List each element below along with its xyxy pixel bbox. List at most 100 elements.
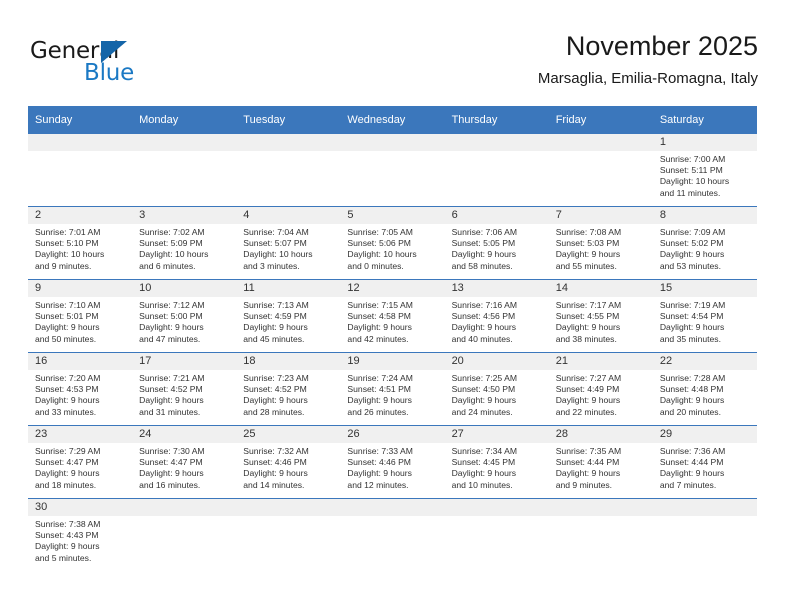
- day-number: 29: [652, 426, 757, 443]
- weekday-header-tuesday: Tuesday: [236, 106, 341, 134]
- day-details: Sunrise: 7:35 AM Sunset: 4:44 PM Daylight:…: [549, 443, 653, 491]
- calendar-day-cell[interactable]: 25 Sunrise: 7:32 AM Sunset: 4:46 PM Dayligh…: [236, 425, 341, 499]
- calendar-day-cell[interactable]: 11 Sunrise: 7:13 AM Sunset: 4:59 PM Dayligh…: [236, 279, 341, 353]
- calendar-day-cell[interactable]: 24 Sunrise: 7:30 AM Sunset: 4:47 PM Dayligh…: [132, 425, 237, 499]
- calendar-page: General Blue November 2025 Marsaglia, Em…: [0, 0, 792, 612]
- weekday-header-thursday: Thursday: [444, 106, 549, 134]
- day-details: Sunrise: 7:01 AM Sunset: 5:10 PM Daylight:…: [28, 224, 132, 272]
- sunset-text: Sunset: 5:00 PM: [139, 311, 203, 322]
- daylight-text-line1: Daylight: 9 hours: [347, 468, 412, 479]
- calendar-day-cell[interactable]: 2 Sunrise: 7:01 AM Sunset: 5:10 PM Daylight…: [28, 206, 133, 280]
- calendar-day-cell[interactable]: 20 Sunrise: 7:25 AM Sunset: 4:50 PM Dayligh…: [444, 352, 549, 426]
- day-number: 23: [28, 426, 133, 443]
- sunrise-text: Sunrise: 7:30 AM: [139, 446, 205, 456]
- day-cell-content: 20 Sunrise: 7:25 AM Sunset: 4:50 PM Dayligh…: [444, 353, 549, 425]
- calendar-day-cell-empty: [340, 498, 445, 571]
- day-number: 14: [548, 280, 653, 297]
- daylight-text-line1: Daylight: 9 hours: [555, 468, 621, 479]
- daylight-text-line1: Daylight: 9 hours: [35, 395, 100, 406]
- sunset-text: Sunset: 4:51 PM: [347, 384, 411, 395]
- daylight-text-line2: and 5 minutes.: [35, 552, 92, 563]
- sunset-text: Sunset: 4:50 PM: [451, 384, 516, 395]
- daylight-text-line2: and 11 minutes.: [659, 187, 721, 198]
- calendar-day-cell[interactable]: 18 Sunrise: 7:23 AM Sunset: 4:52 PM Dayligh…: [236, 352, 341, 426]
- day-details: Sunrise: 7:05 AM Sunset: 5:06 PM Daylight:…: [340, 224, 444, 272]
- calendar-day-cell[interactable]: 1 Sunrise: 7:00 AM Sunset: 5:11 PM Daylight…: [652, 134, 757, 207]
- daylight-text-line2: and 9 minutes.: [555, 479, 613, 490]
- day-details: Sunrise: 7:12 AM Sunset: 5:00 PM Daylight:…: [132, 297, 236, 345]
- daylight-text-line1: Daylight: 9 hours: [347, 322, 412, 333]
- calendar-day-cell[interactable]: 15 Sunrise: 7:19 AM Sunset: 4:54 PM Dayligh…: [652, 279, 757, 353]
- sunset-text: Sunset: 5:01 PM: [35, 311, 99, 322]
- day-number: 7: [548, 207, 653, 224]
- calendar-day-cell[interactable]: 9 Sunrise: 7:10 AM Sunset: 5:01 PM Daylight…: [28, 279, 133, 353]
- calendar-day-cell[interactable]: 14 Sunrise: 7:17 AM Sunset: 4:55 PM Dayligh…: [548, 279, 653, 353]
- calendar-day-cell[interactable]: 6 Sunrise: 7:06 AM Sunset: 5:05 PM Daylight…: [444, 206, 549, 280]
- day-number: 22: [652, 353, 757, 370]
- title-block: November 2025 Marsaglia, Emilia-Romagna,…: [538, 30, 758, 89]
- day-cell-content: [28, 134, 133, 206]
- daylight-text-line1: Daylight: 9 hours: [659, 249, 725, 260]
- calendar-day-cell[interactable]: 3 Sunrise: 7:02 AM Sunset: 5:09 PM Daylight…: [132, 206, 237, 280]
- calendar-day-cell-empty: [132, 134, 237, 207]
- brand-logo[interactable]: General Blue: [30, 38, 240, 94]
- sunrise-text: Sunrise: 7:01 AM: [35, 227, 101, 237]
- calendar-day-cell[interactable]: 27 Sunrise: 7:34 AM Sunset: 4:45 PM Dayligh…: [444, 425, 549, 499]
- calendar-day-cell[interactable]: 7 Sunrise: 7:08 AM Sunset: 5:03 PM Daylight…: [548, 206, 653, 280]
- sunset-text: Sunset: 4:46 PM: [347, 457, 411, 468]
- daylight-text-line2: and 47 minutes.: [139, 333, 201, 344]
- calendar-day-cell[interactable]: 12 Sunrise: 7:15 AM Sunset: 4:58 PM Dayligh…: [340, 279, 445, 353]
- calendar-day-cell[interactable]: 16 Sunrise: 7:20 AM Sunset: 4:53 PM Dayligh…: [28, 352, 133, 426]
- sunset-text: Sunset: 5:09 PM: [139, 238, 203, 249]
- daylight-text-line1: Daylight: 9 hours: [451, 395, 517, 406]
- calendar-day-cell[interactable]: 21 Sunrise: 7:27 AM Sunset: 4:49 PM Dayligh…: [548, 352, 653, 426]
- calendar-day-cell[interactable]: 17 Sunrise: 7:21 AM Sunset: 4:52 PM Dayligh…: [132, 352, 237, 426]
- daylight-text-line2: and 45 minutes.: [243, 333, 305, 344]
- daylight-text-line1: Daylight: 9 hours: [451, 468, 517, 479]
- calendar-week-row: 1 Sunrise: 7:00 AM Sunset: 5:11 PM Daylight…: [28, 134, 757, 207]
- daylight-text-line1: Daylight: 9 hours: [555, 322, 621, 333]
- daylight-text-line2: and 12 minutes.: [347, 479, 409, 490]
- day-number: [548, 134, 653, 151]
- calendar-day-cell[interactable]: 29 Sunrise: 7:36 AM Sunset: 4:44 PM Dayligh…: [652, 425, 757, 499]
- day-details: Sunrise: 7:17 AM Sunset: 4:55 PM Daylight:…: [549, 297, 653, 345]
- day-details: Sunrise: 7:15 AM Sunset: 4:58 PM Daylight:…: [340, 297, 444, 345]
- sunset-text: Sunset: 4:44 PM: [555, 457, 620, 468]
- page-title: November 2025: [565, 31, 758, 61]
- daylight-text-line1: Daylight: 9 hours: [451, 322, 517, 333]
- day-details: Sunrise: 7:25 AM Sunset: 4:50 PM Daylight:…: [445, 370, 549, 418]
- sunrise-text: Sunrise: 7:13 AM: [243, 300, 309, 310]
- daylight-text-line1: Daylight: 9 hours: [35, 541, 100, 552]
- weekday-header-saturday: Saturday: [652, 106, 757, 134]
- calendar-week-row: 16 Sunrise: 7:20 AM Sunset: 4:53 PM Dayligh…: [28, 352, 757, 426]
- calendar-day-cell[interactable]: 8 Sunrise: 7:09 AM Sunset: 5:02 PM Daylight…: [652, 206, 757, 280]
- day-number: 16: [28, 353, 133, 370]
- day-details: Sunrise: 7:24 AM Sunset: 4:51 PM Daylight:…: [340, 370, 444, 418]
- daylight-text-line2: and 33 minutes.: [35, 406, 97, 417]
- calendar-day-cell[interactable]: 22 Sunrise: 7:28 AM Sunset: 4:48 PM Dayligh…: [652, 352, 757, 426]
- day-cell-content: 5 Sunrise: 7:05 AM Sunset: 5:06 PM Daylight…: [340, 207, 445, 279]
- calendar-day-cell[interactable]: 5 Sunrise: 7:05 AM Sunset: 5:06 PM Daylight…: [340, 206, 445, 280]
- calendar-day-cell[interactable]: 19 Sunrise: 7:24 AM Sunset: 4:51 PM Dayligh…: [340, 352, 445, 426]
- calendar-day-cell[interactable]: 4 Sunrise: 7:04 AM Sunset: 5:07 PM Daylight…: [236, 206, 341, 280]
- sunset-text: Sunset: 4:55 PM: [555, 311, 620, 322]
- sunrise-text: Sunrise: 7:23 AM: [243, 373, 309, 383]
- calendar-day-cell[interactable]: 26 Sunrise: 7:33 AM Sunset: 4:46 PM Dayligh…: [340, 425, 445, 499]
- day-number: 12: [340, 280, 445, 297]
- calendar-grid: Sunday Monday Tuesday Wednesday Thursday…: [28, 106, 757, 571]
- day-details: Sunrise: 7:23 AM Sunset: 4:52 PM Daylight:…: [236, 370, 340, 418]
- day-number: 20: [444, 353, 549, 370]
- calendar-day-cell[interactable]: 10 Sunrise: 7:12 AM Sunset: 5:00 PM Dayligh…: [132, 279, 237, 353]
- calendar-week-row: 23 Sunrise: 7:29 AM Sunset: 4:47 PM Dayligh…: [28, 425, 757, 499]
- day-cell-content: 13 Sunrise: 7:16 AM Sunset: 4:56 PM Dayligh…: [444, 280, 549, 352]
- day-number: [236, 499, 341, 516]
- calendar-day-cell[interactable]: 28 Sunrise: 7:35 AM Sunset: 4:44 PM Dayligh…: [548, 425, 653, 499]
- calendar-day-cell[interactable]: 13 Sunrise: 7:16 AM Sunset: 4:56 PM Dayligh…: [444, 279, 549, 353]
- calendar-day-cell[interactable]: 30 Sunrise: 7:38 AM Sunset: 4:43 PM Dayligh…: [28, 498, 133, 571]
- calendar-week-row: 30 Sunrise: 7:38 AM Sunset: 4:43 PM Dayligh…: [28, 498, 757, 571]
- calendar-day-cell[interactable]: 23 Sunrise: 7:29 AM Sunset: 4:47 PM Dayligh…: [28, 425, 133, 499]
- weekday-header-sunday: Sunday: [28, 106, 133, 134]
- day-cell-content: 29 Sunrise: 7:36 AM Sunset: 4:44 PM Dayligh…: [652, 426, 757, 498]
- page-header: General Blue November 2025 Marsaglia, Em…: [0, 0, 792, 104]
- day-cell-content: [548, 499, 653, 571]
